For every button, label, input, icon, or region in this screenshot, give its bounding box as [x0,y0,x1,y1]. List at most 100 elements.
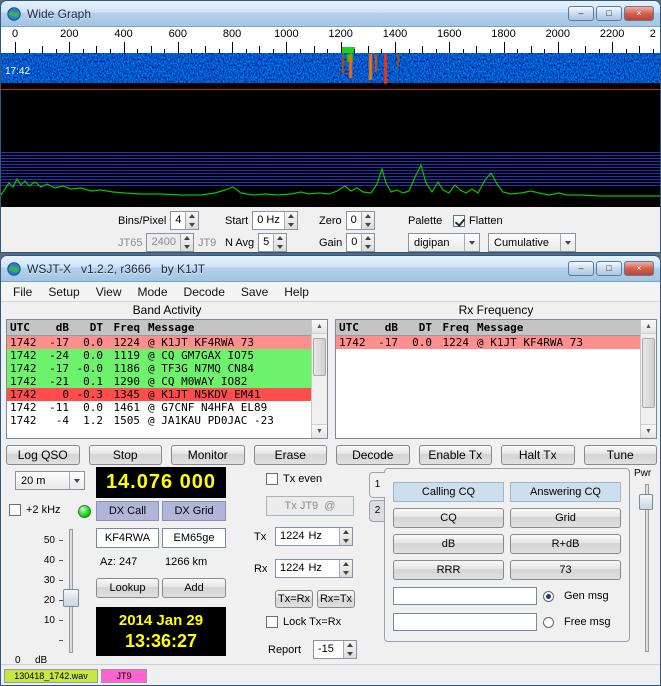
band-activity-title: Band Activity [132,303,202,317]
spin-up[interactable] [181,234,193,243]
minimize-button[interactable]: – [568,261,594,276]
decoded-message-row[interactable]: 1742 -24 0.0 1119 @ CQ GM7GAX IO75 [7,349,311,362]
lookup-button[interactable]: Lookup [96,578,159,598]
decoded-message-row[interactable]: 1742 -4 1.2 1505 @ JA1KAU PD0JAC -23 [7,414,311,427]
band-activity-scrollbar[interactable]: ▲ ▼ [311,320,327,438]
dx-call-input[interactable] [96,528,159,548]
message-button-rrr[interactable]: RRR [393,560,504,580]
gain-spinner[interactable]: 0 [346,233,376,252]
spin-up[interactable] [340,528,352,537]
spin-up[interactable] [186,212,198,221]
frequency-scale[interactable]: 0 200 400 600 800 1000 1200 1400 1600 1800 2000 220… [1,27,660,53]
spin-up[interactable] [340,560,352,569]
decoded-message-row[interactable]: 1742 -17 0.0 1224 @ K1JT KF4RWA 73 [7,336,311,349]
flatten-checkbox[interactable] [453,214,465,227]
tab-2[interactable]: 2 [369,500,385,522]
report-spinner[interactable]: -15 [313,640,357,659]
scroll-down-button[interactable]: ▼ [312,424,327,438]
decoded-message-row[interactable]: 1742 -11 0.0 1461 @ G7CNF N4HFA EL89 [7,401,311,414]
maximize-button[interactable]: □ [596,261,622,276]
rx-freq-spinner[interactable]: 1224 Hz [275,559,353,578]
message-button-db[interactable]: dB [393,534,504,554]
scroll-up-button[interactable]: ▲ [312,320,327,334]
scroll-up-button[interactable]: ▲ [641,320,656,334]
start-spinner[interactable]: 0 Hz [252,211,298,230]
decoded-message-row[interactable]: 1742 -21 0.1 1290 @ CQ M0WAY IO82 [7,375,311,388]
spin-down[interactable] [285,221,297,230]
waterfall-display[interactable]: 17:42 [1,53,660,149]
menu-item-help[interactable]: Help [276,283,317,301]
split-spinner[interactable]: 2400 [146,233,194,252]
band-select-dropdown[interactable]: 20 m [15,471,85,490]
menu-item-decode[interactable]: Decode [176,283,233,301]
spin-down[interactable] [340,537,352,546]
button-erase[interactable]: Erase [253,445,327,465]
dx-grid-button[interactable]: DX Grid [162,501,226,521]
rx-eq-tx-button[interactable]: Rx=Tx [317,590,355,608]
button-halt-tx[interactable]: Halt Tx [501,445,575,465]
spin-down[interactable] [344,650,356,659]
spin-up[interactable] [344,641,356,650]
tx-eq-rx-button[interactable]: Tx=Rx [275,590,313,608]
bins-pixel-spinner[interactable]: 4 [170,211,200,230]
scroll-thumb[interactable] [313,338,326,376]
button-tune[interactable]: Tune [583,445,657,465]
button-stop[interactable]: Stop [88,445,162,465]
free-msg-input[interactable] [393,613,537,631]
wide-graph-titlebar[interactable]: Wide Graph – □ × [1,1,660,27]
menu-item-mode[interactable]: Mode [130,283,176,301]
cell-dt: -0.3 [76,388,104,401]
close-button[interactable]: × [624,261,654,276]
message-button-cq[interactable]: CQ [393,508,504,528]
button-enable-tx[interactable]: Enable Tx [418,445,492,465]
gen-msg-radio[interactable] [543,590,554,602]
decoded-message-row[interactable]: 1742 0 -0.3 1345 @ K1JT N5KDV EM41 [7,388,311,401]
palette-dropdown[interactable]: digipan [408,233,480,252]
spin-down[interactable] [274,243,286,252]
spin-down[interactable] [362,221,374,230]
message-button-73[interactable]: 73 [510,560,621,580]
spin-up[interactable] [274,234,286,243]
spin-up[interactable] [285,212,297,221]
close-button[interactable]: × [624,6,654,21]
pwr-slider-handle[interactable] [639,494,653,510]
scroll-thumb[interactable] [642,338,655,408]
scroll-down-button[interactable]: ▼ [641,424,656,438]
gen-msg-input[interactable] [393,587,537,605]
spin-up[interactable] [362,234,374,243]
button-log-qso[interactable]: Log QSO [6,445,80,465]
lock-tx-rx-checkbox[interactable] [266,616,278,628]
menu-item-save[interactable]: Save [233,283,276,301]
spin-down[interactable] [362,243,374,252]
free-msg-radio[interactable] [543,616,554,628]
rx-frequency-scrollbar[interactable]: ▲ ▼ [640,320,656,438]
tx-freq-spinner[interactable]: 1224 Hz [275,527,353,546]
wsjtx-titlebar[interactable]: WSJT-X v1.2.2, r3666 by K1JT – □ × [1,256,660,282]
maximize-button[interactable]: □ [596,6,622,21]
add-button[interactable]: Add [162,578,226,598]
zero-spinner[interactable]: 0 [345,211,375,230]
decoded-message-row[interactable]: 1742 -17 0.0 1224 @ K1JT KF4RWA 73 [336,336,640,349]
menu-item-view[interactable]: View [88,283,130,301]
spin-down[interactable] [340,569,352,578]
spin-down[interactable] [181,243,193,252]
menu-item-setup[interactable]: Setup [40,283,87,301]
tab-1[interactable]: 1 [369,472,385,498]
decoded-message-row[interactable]: 1742 -17 -0.0 1186 @ TF3G N7MQ CN84 [7,362,311,375]
spectrum-display[interactable] [1,149,660,207]
message-button-r-db[interactable]: R+dB [510,534,621,554]
minimize-button[interactable]: – [568,6,594,21]
display-mode-dropdown[interactable]: Cumulative [488,233,576,252]
db-slider-handle[interactable] [63,589,79,607]
dx-call-button[interactable]: DX Call [96,501,159,521]
menu-item-file[interactable]: File [5,283,40,301]
navg-spinner[interactable]: 5 [258,233,288,252]
button-decode[interactable]: Decode [336,445,410,465]
dx-grid-input[interactable] [162,528,226,548]
spin-down[interactable] [186,221,198,230]
tx-even-checkbox[interactable] [266,473,278,485]
message-button-grid[interactable]: Grid [510,508,621,528]
button-monitor[interactable]: Monitor [171,445,245,465]
plus-2khz-checkbox[interactable] [9,504,21,516]
spin-up[interactable] [362,212,374,221]
